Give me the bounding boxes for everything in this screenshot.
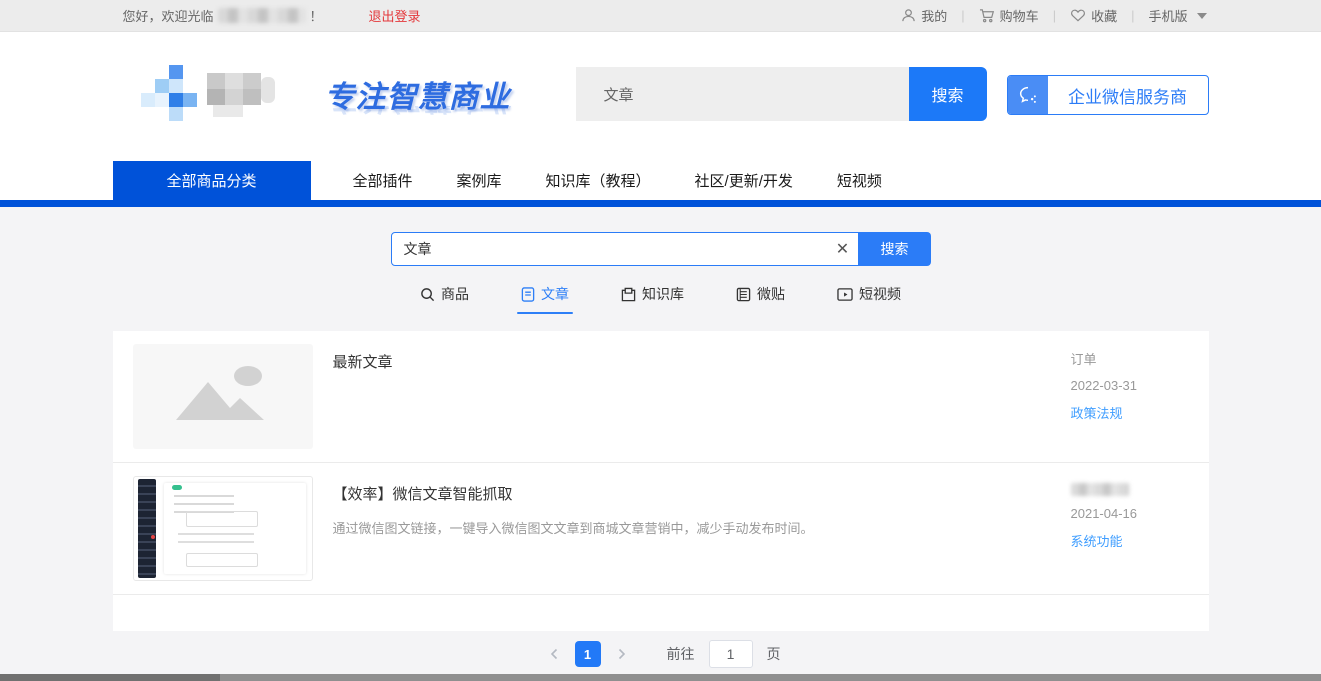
thumbnail-sidebar bbox=[138, 479, 156, 578]
nav-item-community[interactable]: 社区/更新/开发 bbox=[673, 170, 815, 191]
thumbnail-toggle bbox=[172, 485, 182, 490]
cart-link[interactable]: 购物车 bbox=[977, 6, 1041, 25]
favorites-link[interactable]: 收藏 bbox=[1068, 6, 1119, 25]
card-bottom-spacer bbox=[113, 595, 1209, 631]
logout-link[interactable]: 退出登录 bbox=[369, 6, 421, 25]
divider: | bbox=[1131, 8, 1134, 23]
result-search-button[interactable]: 搜索 bbox=[859, 232, 931, 266]
nav-item-knowledge[interactable]: 知识库（教程） bbox=[524, 170, 673, 191]
mobile-version-dropdown[interactable]: 手机版 bbox=[1146, 6, 1208, 25]
result-date: 2021-04-16 bbox=[1071, 506, 1189, 521]
result-date: 2022-03-31 bbox=[1071, 378, 1189, 393]
result-search-input[interactable] bbox=[392, 241, 828, 257]
thumbnail-textarea bbox=[186, 511, 258, 527]
divider: | bbox=[961, 8, 964, 23]
article-icon bbox=[521, 287, 535, 302]
result-tag-link[interactable]: 政策法规 bbox=[1071, 403, 1189, 422]
post-icon bbox=[736, 287, 751, 302]
slogan: 专注智慧商业 专注智慧商业 bbox=[325, 72, 500, 116]
tab-knowledge[interactable]: 知识库 bbox=[621, 284, 684, 314]
thumbnail-lines bbox=[178, 533, 254, 549]
clear-input-icon[interactable]: ✕ bbox=[828, 239, 858, 259]
user-icon bbox=[901, 8, 916, 23]
heart-icon bbox=[1070, 8, 1086, 23]
thumbnail-textarea bbox=[186, 553, 258, 567]
blue-divider-bar bbox=[0, 200, 1321, 207]
top-bar: 您好，欢迎光临！ 退出登录 我的 | 购物车 | bbox=[0, 0, 1321, 32]
site-header: 专注智慧商业 专注智慧商业 搜索 企业微信服务商 bbox=[0, 32, 1321, 155]
scrollbar-thumb[interactable] bbox=[0, 674, 220, 681]
result-type-tabs: 商品 文章 知识库 微贴 bbox=[0, 284, 1321, 314]
thumbnail-badge bbox=[151, 535, 155, 539]
nav-all-categories[interactable]: 全部商品分类 bbox=[113, 161, 311, 200]
username-blurred bbox=[218, 8, 306, 23]
tab-products[interactable]: 商品 bbox=[420, 284, 469, 314]
result-category: 订单 bbox=[1071, 349, 1189, 368]
placeholder-image-icon bbox=[133, 344, 313, 449]
chevron-down-icon bbox=[1197, 13, 1207, 19]
result-row[interactable]: 最新文章 订单 2022-03-31 政策法规 bbox=[113, 331, 1209, 463]
content-area: ✕ 搜索 商品 文章 知识库 bbox=[0, 207, 1321, 668]
page-number-button[interactable]: 1 bbox=[575, 641, 601, 667]
page: 您好，欢迎光临！ 退出登录 我的 | 购物车 | bbox=[0, 0, 1321, 681]
main-nav: 全部商品分类 全部插件 案例库 知识库（教程） 社区/更新/开发 短视频 bbox=[0, 155, 1321, 200]
cart-icon bbox=[979, 8, 995, 23]
result-thumbnail bbox=[133, 476, 313, 581]
result-search: ✕ 搜索 bbox=[391, 232, 931, 266]
top-menu: 我的 | 购物车 | 收藏 | 手机版 bbox=[899, 6, 1208, 25]
result-title[interactable]: 最新文章 bbox=[333, 351, 1071, 372]
search-icon bbox=[420, 287, 435, 302]
nav-item-cases[interactable]: 案例库 bbox=[435, 170, 524, 191]
wecom-chat-icon bbox=[1008, 76, 1048, 114]
header-search-input[interactable] bbox=[576, 67, 909, 121]
wecom-service-button[interactable]: 企业微信服务商 bbox=[1007, 75, 1209, 115]
slogan-reflection: 专注智慧商业 bbox=[325, 106, 511, 124]
tab-shortvideo[interactable]: 短视频 bbox=[837, 284, 901, 314]
result-category-blurred bbox=[1071, 483, 1129, 496]
nav-item-shortvideo[interactable]: 短视频 bbox=[815, 170, 904, 191]
goto-page-input[interactable] bbox=[709, 640, 753, 668]
header-search: 搜索 bbox=[576, 67, 987, 121]
result-meta: 订单 2022-03-31 政策法规 bbox=[1071, 344, 1189, 449]
result-tag-link[interactable]: 系统功能 bbox=[1071, 531, 1189, 550]
tab-posts[interactable]: 微贴 bbox=[736, 284, 785, 314]
header-search-button[interactable]: 搜索 bbox=[909, 67, 987, 121]
site-logo[interactable] bbox=[141, 65, 291, 123]
result-title[interactable]: 【效率】微信文章智能抓取 bbox=[333, 483, 1071, 504]
pagination: 1 前往 页 bbox=[0, 640, 1321, 668]
video-icon bbox=[837, 287, 853, 302]
nav-item-plugins[interactable]: 全部插件 bbox=[331, 170, 435, 191]
horizontal-scrollbar[interactable] bbox=[0, 674, 1321, 681]
tab-articles[interactable]: 文章 bbox=[521, 284, 569, 314]
my-account-link[interactable]: 我的 bbox=[899, 6, 949, 25]
logo-blurred-image bbox=[141, 65, 291, 123]
results-card: 最新文章 订单 2022-03-31 政策法规 bbox=[113, 331, 1209, 631]
result-row[interactable]: 【效率】微信文章智能抓取 通过微信图文链接，一键导入微信图文文章到商城文章营销中… bbox=[113, 463, 1209, 595]
prev-page-icon[interactable] bbox=[541, 641, 567, 667]
goto-label: 前往 bbox=[667, 644, 695, 664]
divider: | bbox=[1053, 8, 1056, 23]
knowledge-icon bbox=[621, 287, 636, 302]
result-meta: 2021-04-16 系统功能 bbox=[1071, 476, 1189, 581]
result-description: 通过微信图文链接，一键导入微信图文文章到商城文章营销中，减少手动发布时间。 bbox=[333, 519, 1071, 539]
page-unit-label: 页 bbox=[767, 644, 781, 664]
greeting-text: 您好，欢迎光临！ bbox=[123, 6, 323, 25]
next-page-icon[interactable] bbox=[609, 641, 635, 667]
